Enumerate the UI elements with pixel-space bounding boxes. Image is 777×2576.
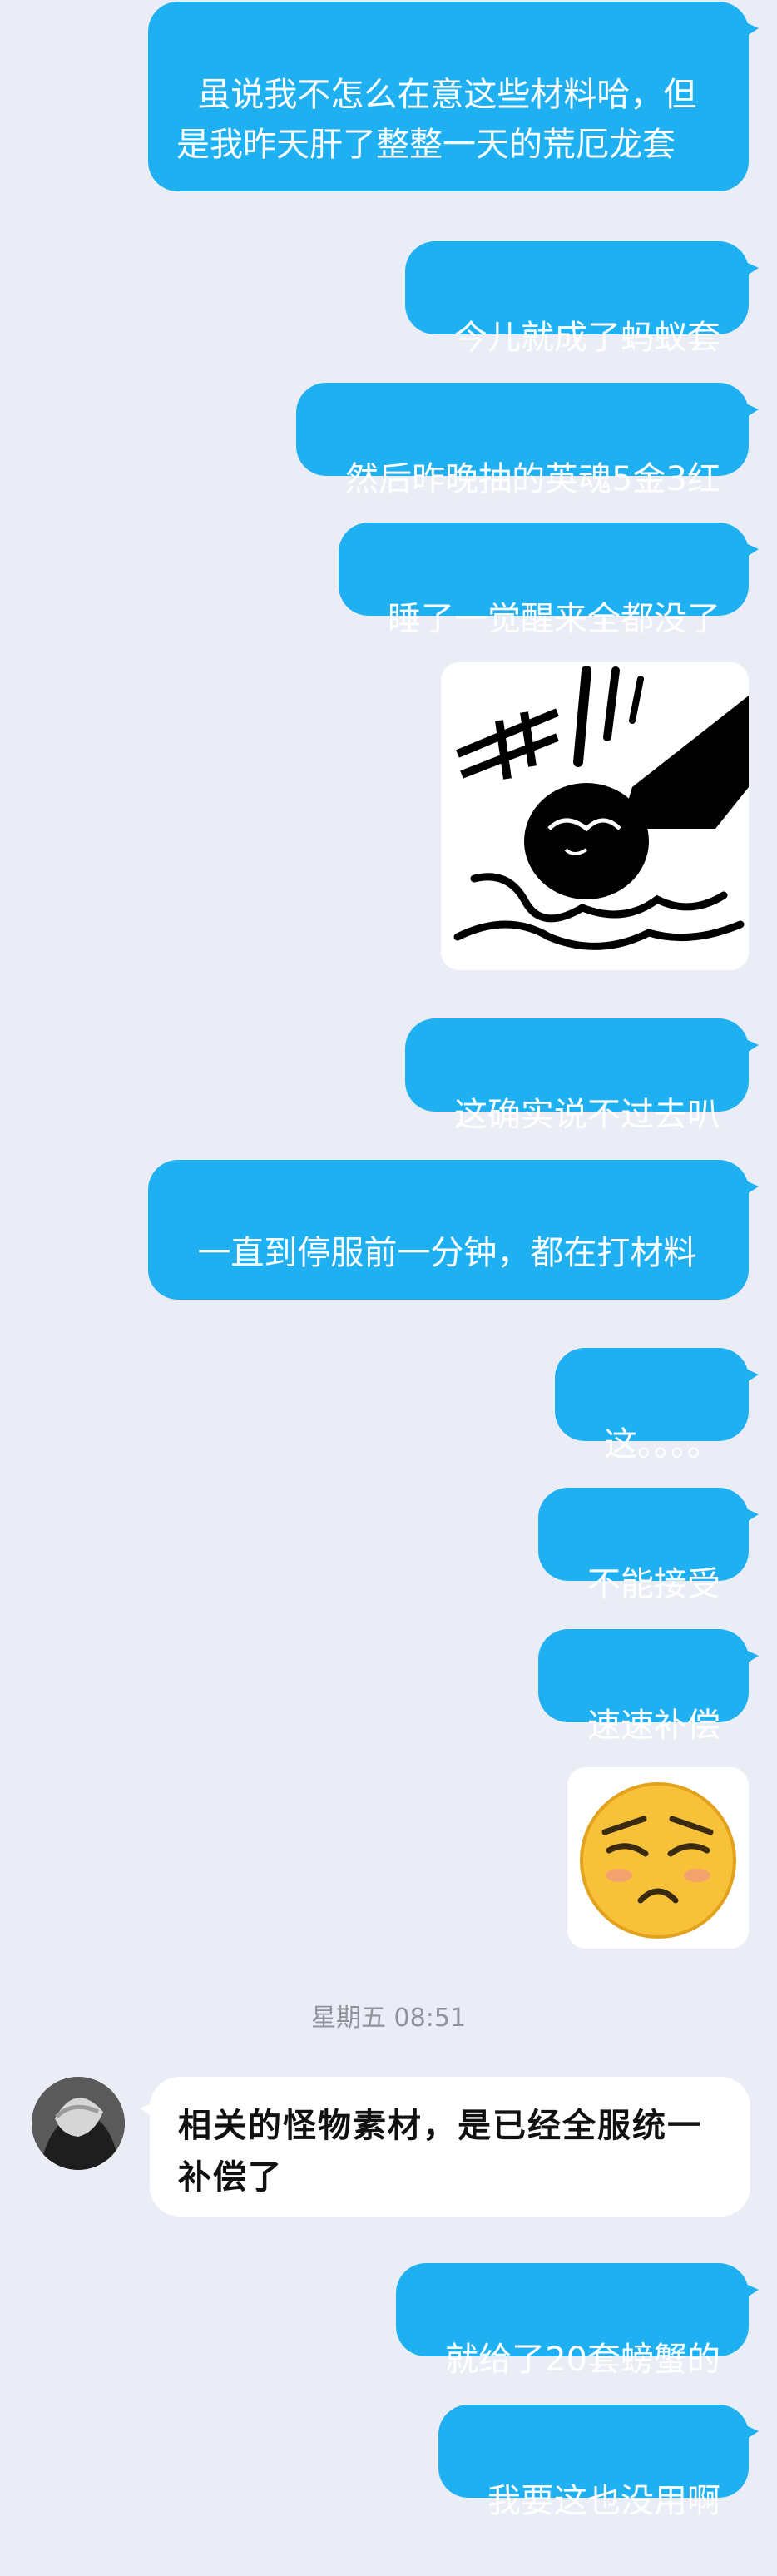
message-text: 一直到停服前一分钟，都在打材料	[197, 1234, 697, 1272]
bubble-tail	[740, 1647, 759, 1667]
bubble-tail	[740, 1037, 759, 1057]
message-text: 睡了一觉醒来全都没了	[388, 600, 720, 638]
bubble-tail	[740, 2423, 759, 2443]
bubble-tail	[740, 2281, 759, 2301]
message-text: 速速补偿	[587, 1707, 720, 1745]
outgoing-message[interactable]: 今儿就成了蚂蚁套	[404, 241, 759, 357]
outgoing-message[interactable]: 一直到停服前一分钟，都在打材料	[148, 1160, 759, 1300]
bubble-tail	[740, 1366, 759, 1386]
message-text: 虽说我不怎么在意这些材料哈，但是我昨天肝了整整一天的荒厄龙套	[176, 76, 697, 164]
message-text: 就给了20套螃蟹的	[445, 2341, 720, 2379]
outgoing-message[interactable]: 这。。。。	[554, 1348, 759, 1464]
message-text: 不能接受	[587, 1565, 720, 1603]
sticker-image[interactable]	[567, 1767, 749, 1949]
message-text: 今儿就成了蚂蚁套	[454, 319, 720, 357]
bubble-tail	[140, 2100, 158, 2120]
message-text: 这确实说不过去叭	[454, 1096, 720, 1134]
message-text: 这。。。。	[604, 1425, 720, 1464]
sticker-image[interactable]	[441, 662, 749, 970]
outgoing-message[interactable]: 就给了20套螃蟹的	[395, 2263, 759, 2379]
bubble-tail	[740, 1506, 759, 1526]
bubble-tail	[740, 541, 759, 561]
contact-avatar[interactable]	[32, 2077, 125, 2170]
bubble-tail	[740, 401, 759, 421]
fist-punch-sticker-icon	[441, 662, 749, 970]
outgoing-message[interactable]: 然后昨晚抽的英魂5金3红	[295, 383, 759, 498]
message-text: 然后昨晚抽的英魂5金3红	[345, 460, 720, 498]
outgoing-message[interactable]: 这确实说不过去叭	[404, 1018, 759, 1134]
bubble-tail	[740, 1178, 759, 1198]
annoyed-emoji-icon	[567, 1767, 749, 1949]
timestamp: 星期五 08:51	[311, 2004, 466, 2033]
message-text: 我要这也没用啊	[487, 2482, 720, 2520]
outgoing-message[interactable]: 速速补偿	[537, 1629, 759, 1745]
outgoing-message[interactable]: 虽说我不怎么在意这些材料哈，但是我昨天肝了整整一天的荒厄龙套	[148, 2, 759, 191]
outgoing-message[interactable]: 睡了一觉醒来全都没了	[338, 523, 759, 638]
outgoing-message[interactable]: 我要这也没用啊	[438, 2405, 759, 2520]
incoming-message[interactable]: 相关的怪物素材，是已经全服统一补偿了	[140, 2077, 750, 2217]
outgoing-message[interactable]: 不能接受	[537, 1488, 759, 1603]
message-text: 相关的怪物素材，是已经全服统一补偿了	[178, 2106, 702, 2197]
bubble-tail	[740, 260, 759, 280]
bubble-tail	[740, 20, 759, 40]
avatar-image-icon	[32, 2077, 125, 2170]
